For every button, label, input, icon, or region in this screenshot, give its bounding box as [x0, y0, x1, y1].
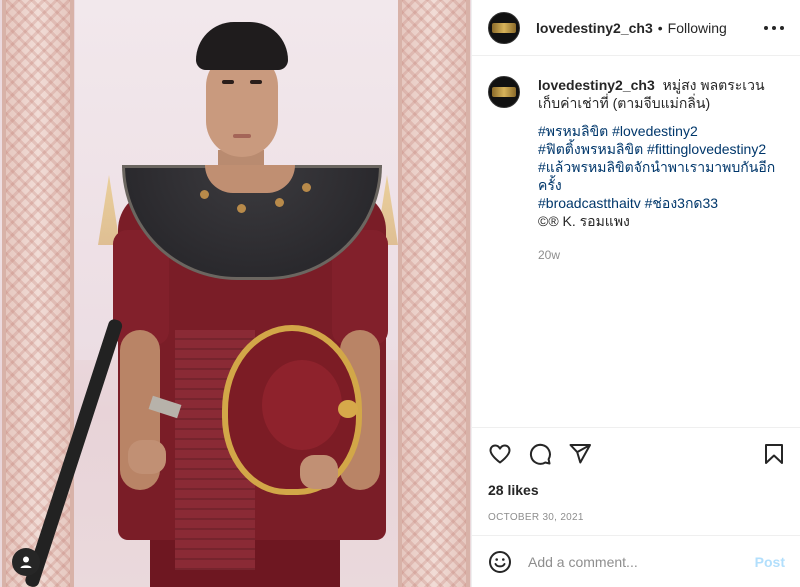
- header-separator: •: [657, 19, 663, 36]
- model-head: [196, 22, 288, 172]
- likes-count[interactable]: 28 likes: [472, 482, 800, 500]
- comment-bar: Post: [472, 535, 800, 587]
- post-side-panel: lovedestiny2_ch3 • Following lovedestiny…: [471, 0, 800, 587]
- helmet-dome: [262, 360, 342, 450]
- heart-icon[interactable]: [488, 442, 512, 466]
- avatar[interactable]: [488, 11, 520, 44]
- following-button[interactable]: Following: [668, 20, 727, 36]
- caption-hashtags: #พรหมลิขิต #lovedestiny2 #ฟิตติ้งพรหมลิข…: [538, 122, 783, 230]
- left-hand: [128, 440, 166, 474]
- caption-area: lovedestiny2_ch3 หมู่สง พลตระเวนเก็บค่าเ…: [472, 56, 800, 428]
- comment-icon[interactable]: [528, 442, 552, 466]
- more-options-icon[interactable]: [764, 18, 784, 38]
- bookmark-icon[interactable]: [762, 442, 786, 466]
- hashtag-line[interactable]: #พรหมลิขิต #lovedestiny2: [538, 122, 783, 140]
- collar-stud: [200, 190, 209, 199]
- comment-input[interactable]: [528, 553, 755, 570]
- avatar-logo: [492, 87, 516, 97]
- mouth: [233, 134, 251, 138]
- paper-plane-icon[interactable]: [568, 442, 592, 466]
- caption-text-block: lovedestiny2_ch3 หมู่สง พลตระเวนเก็บค่าเ…: [538, 76, 783, 112]
- caption-time-ago[interactable]: 20w: [538, 246, 783, 264]
- caption-body: lovedestiny2_ch3 หมู่สง พลตระเวนเก็บค่าเ…: [538, 76, 783, 427]
- right-hand: [300, 455, 338, 489]
- avatar-logo: [492, 22, 516, 33]
- person-icon: [20, 556, 32, 568]
- caption-avatar[interactable]: [488, 76, 520, 108]
- helmet-tip: [338, 400, 358, 418]
- smiley-icon[interactable]: [488, 550, 512, 574]
- collar-stud: [275, 198, 284, 207]
- header-username[interactable]: lovedestiny2_ch3: [536, 20, 653, 36]
- action-bar: [472, 428, 800, 480]
- post-header: lovedestiny2_ch3 • Following: [472, 0, 800, 56]
- caption-username[interactable]: lovedestiny2_ch3: [538, 77, 655, 93]
- post-comment-button[interactable]: Post: [755, 554, 785, 570]
- post-date: OCTOBER 30, 2021: [488, 512, 584, 523]
- collar-stud: [302, 183, 311, 192]
- ornate-pillar-right: [398, 0, 470, 587]
- hashtag-line[interactable]: #broadcastthaitv #ช่อง3กด33: [538, 194, 783, 212]
- hair: [196, 22, 288, 70]
- eye: [222, 80, 234, 84]
- collar-stud: [237, 204, 246, 213]
- hashtag-line[interactable]: #แล้วพรหมลิขิตจักนำพาเรามาพบกันอีกครั้ง: [538, 158, 783, 194]
- eye: [250, 80, 262, 84]
- hashtag-line[interactable]: #ฟิตติ้งพรหมลิขิต #fittinglovedestiny2: [538, 140, 783, 158]
- user-tag-icon[interactable]: [12, 548, 40, 576]
- post-photo[interactable]: [0, 0, 471, 587]
- caption-credit: ©® K. รอมแพง: [538, 213, 630, 229]
